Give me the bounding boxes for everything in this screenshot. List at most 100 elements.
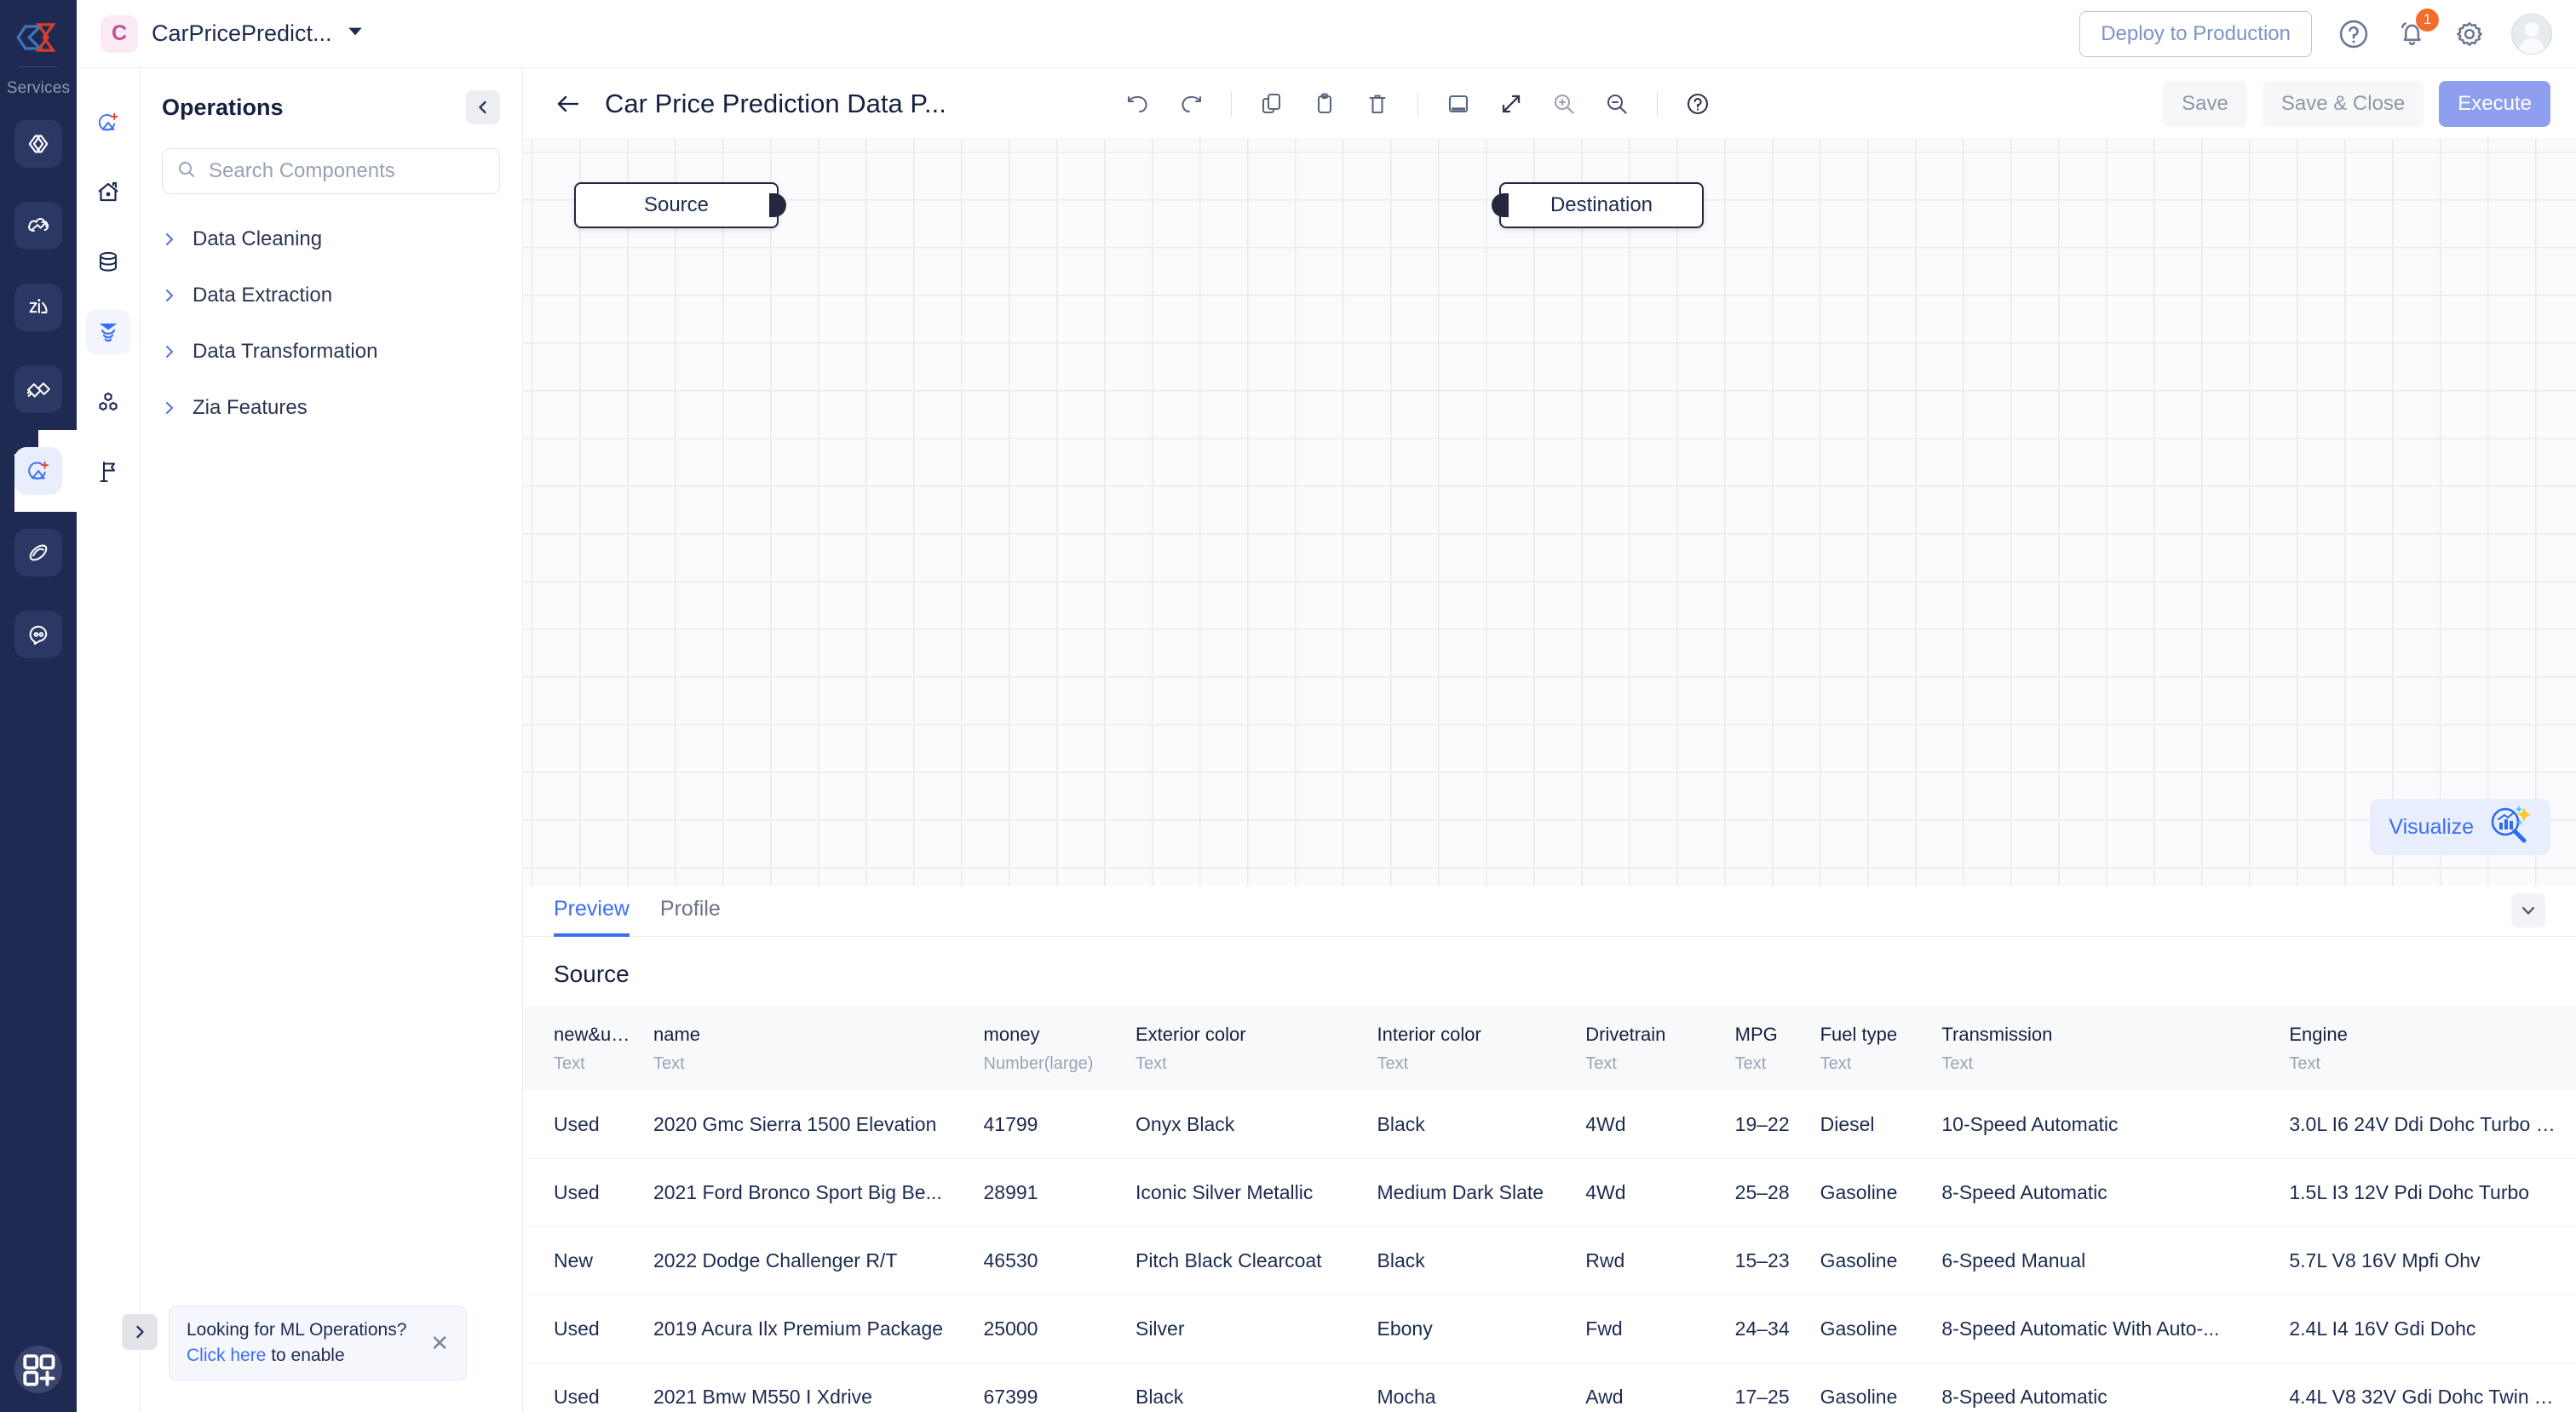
ops-category-zia-features[interactable]: Zia Features [140, 380, 522, 436]
rail-divider [19, 66, 58, 67]
ops-category-label: Zia Features [193, 396, 308, 419]
node-output-port[interactable] [769, 193, 786, 217]
tab-preview[interactable]: Preview [554, 897, 630, 937]
column-header-transmission[interactable]: Transmission Text [1941, 1007, 2289, 1091]
column-type: Text [1941, 1054, 1974, 1073]
rail-item-cloud-analytics-icon[interactable] [14, 202, 62, 250]
expand-icon[interactable] [1498, 91, 1524, 117]
rail-item-handshake-icon[interactable] [14, 365, 62, 413]
column-header-engine[interactable]: Engine Text [2289, 1007, 2576, 1091]
save-button[interactable]: Save [2163, 80, 2247, 127]
column-header-new-used[interactable]: new&used Text [523, 1007, 653, 1091]
paste-icon[interactable] [1312, 91, 1337, 117]
chevron-left-icon[interactable] [466, 90, 500, 124]
gear-icon[interactable] [2453, 18, 2486, 50]
zoom-out-icon[interactable] [1604, 91, 1630, 117]
avatar[interactable] [2511, 13, 2552, 55]
rail-item-code-icon[interactable] [14, 120, 62, 168]
toolbar-separator [1230, 91, 1232, 116]
delete-icon[interactable] [1365, 91, 1390, 117]
execute-button[interactable]: Execute [2439, 80, 2550, 127]
preview-table: new&used Text name Text money Number(lar… [523, 1007, 2576, 1412]
panel-expand-handle[interactable] [122, 1314, 158, 1350]
tab-profile[interactable]: Profile [660, 897, 721, 937]
cell: 25000 [983, 1294, 1136, 1363]
arrow-left-icon[interactable] [554, 89, 583, 118]
column-type: Text [1820, 1054, 1852, 1073]
strip-item-radar-ml-icon[interactable] [86, 100, 130, 145]
copy-icon[interactable] [1259, 91, 1285, 117]
column-name: Fuel type [1820, 1024, 1898, 1045]
cell: 17–25 [1734, 1363, 1820, 1412]
visualize-button[interactable]: Visualize [2370, 799, 2550, 855]
column-header-mpg[interactable]: MPG Text [1735, 1007, 1820, 1091]
column-header-money[interactable]: money Number(large) [984, 1007, 1136, 1091]
deploy-to-production-button[interactable]: Deploy to Production [2079, 10, 2312, 57]
services-label: Services [6, 79, 71, 97]
visualize-label: Visualize [2389, 814, 2474, 839]
help-circle-icon[interactable] [1685, 91, 1711, 117]
strip-item-cluster-icon[interactable] [86, 380, 130, 424]
preview-section-title: Source [554, 961, 630, 987]
cell: 8-Speed Automatic [1941, 1158, 2290, 1227]
column-header-exterior-color[interactable]: Exterior color Text [1136, 1007, 1377, 1091]
cell: 2021 Ford Bronco Sport Big Be... [653, 1158, 984, 1227]
strip-item-home-icon[interactable] [86, 170, 130, 215]
chart-magnifier-icon [2486, 802, 2532, 852]
column-name: new&used [554, 1024, 638, 1045]
question-circle-icon[interactable] [2337, 18, 2370, 50]
strip-item-database-icon[interactable] [86, 240, 130, 284]
column-name: Engine [2289, 1024, 2348, 1045]
cell: Used [523, 1363, 653, 1412]
search-input[interactable] [209, 159, 486, 183]
canvas-node-destination[interactable]: Destination [1492, 182, 1704, 228]
column-header-name[interactable]: name Text [653, 1007, 984, 1091]
zoom-in-icon[interactable] [1551, 91, 1577, 117]
save-and-close-button[interactable]: Save & Close [2262, 80, 2424, 127]
chevron-down-icon[interactable] [346, 22, 365, 45]
preview-panel: Preview Profile Source new&used Text nam… [523, 886, 2576, 1412]
apps-add-icon[interactable] [14, 1346, 62, 1393]
ml-toast-link[interactable]: Click here [187, 1346, 266, 1365]
ops-category-data-extraction[interactable]: Data Extraction [140, 267, 522, 324]
toolbar-separator [1656, 91, 1658, 116]
table-row[interactable]: Used 2021 Bmw M550 I Xdrive 67399 Black … [523, 1363, 2576, 1412]
strip-item-funnel-icon[interactable] [85, 310, 130, 354]
rail-item-chat-icon[interactable] [14, 611, 62, 658]
column-header-interior-color[interactable]: Interior color Text [1377, 1007, 1586, 1091]
chevron-right-icon [162, 288, 177, 303]
redo-icon[interactable] [1178, 91, 1204, 117]
search-components-field[interactable] [162, 148, 500, 194]
table-row[interactable]: Used 2019 Acura Ilx Premium Package 2500… [523, 1294, 2576, 1363]
column-name: name [653, 1024, 701, 1045]
table-row[interactable]: Used 2020 Gmc Sierra 1500 Elevation 4179… [523, 1091, 2576, 1159]
table-row[interactable]: Used 2021 Ford Bronco Sport Big Be... 28… [523, 1158, 2576, 1227]
rail-item-zia-icon[interactable] [14, 284, 62, 331]
cell: 4.4L V8 32V Gdi Dohc Twin Tur. [2289, 1363, 2576, 1412]
pipeline-canvas[interactable]: Source Destination Visualize [523, 140, 2576, 886]
column-header-drivetrain[interactable]: Drivetrain Text [1585, 1007, 1734, 1091]
chevron-down-icon[interactable] [2511, 893, 2545, 927]
column-type: Text [1135, 1054, 1167, 1073]
fit-screen-icon[interactable] [1446, 91, 1471, 117]
ops-category-data-transformation[interactable]: Data Transformation [140, 324, 522, 380]
ops-category-data-cleaning[interactable]: Data Cleaning [140, 211, 522, 267]
close-icon[interactable]: ✕ [430, 1330, 449, 1357]
column-name: money [983, 1024, 1040, 1045]
strip-item-flag-icon[interactable] [86, 450, 130, 494]
undo-icon[interactable] [1125, 91, 1151, 117]
secondary-nav-strip [77, 68, 140, 1412]
pipeline-title: Car Price Prediction Data P... [605, 88, 946, 118]
table-row[interactable]: New 2022 Dodge Challenger R/T 46530 Pitc… [523, 1226, 2576, 1295]
bell-icon[interactable]: 1 [2395, 8, 2439, 50]
rail-item-orbit-icon[interactable] [14, 529, 62, 577]
column-header-fuel-type[interactable]: Fuel type Text [1820, 1007, 1942, 1091]
chevron-right-icon [162, 344, 177, 359]
rail-item-radar-ml-icon[interactable] [14, 430, 91, 512]
canvas-node-source[interactable]: Source [574, 182, 786, 228]
editor-toolbar [1125, 91, 1711, 117]
node-input-port[interactable] [1492, 193, 1509, 217]
workspace-selector[interactable]: C CarPricePredict... [101, 14, 365, 53]
app-logo[interactable] [14, 14, 62, 61]
column-name: Transmission [1941, 1024, 2053, 1045]
